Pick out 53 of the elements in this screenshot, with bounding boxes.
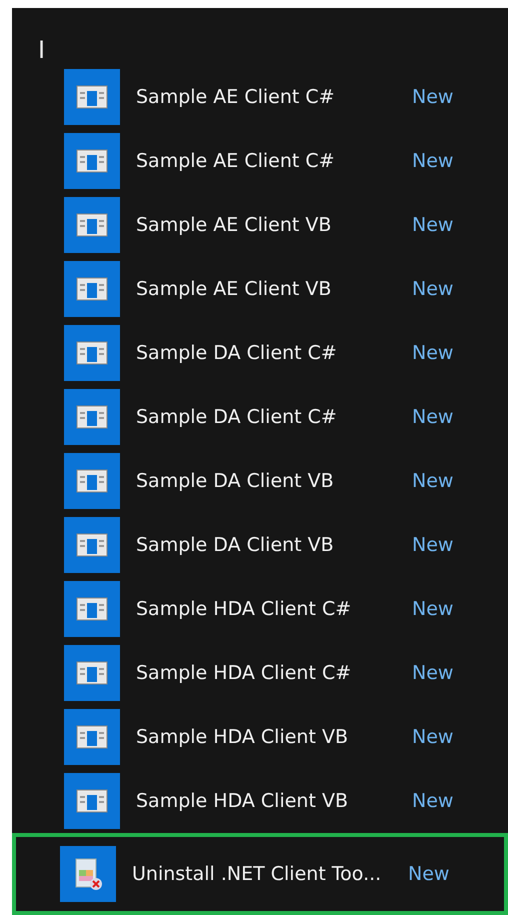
window-icon [76, 213, 108, 237]
app-name: Uninstall .NET Client Too... [132, 863, 382, 885]
app-item[interactable]: Sample DA Client VB New [12, 449, 508, 513]
window-icon [76, 85, 108, 109]
app-name: Sample DA Client C# [136, 406, 338, 428]
window-icon [76, 533, 108, 557]
app-name: Sample HDA Client VB [136, 726, 349, 748]
new-label: New [412, 406, 454, 428]
window-icon [76, 789, 108, 813]
new-label: New [412, 278, 454, 300]
new-label: New [412, 470, 454, 492]
new-label: New [408, 863, 450, 885]
new-label: New [412, 534, 454, 556]
app-name: Sample DA Client C# [136, 342, 338, 364]
app-name: Sample HDA Client C# [136, 598, 352, 620]
app-name: Sample HDA Client VB [136, 790, 349, 812]
window-icon [76, 661, 108, 685]
new-label: New [412, 342, 454, 364]
app-item[interactable]: Sample DA Client C# New [12, 321, 508, 385]
uninstall-icon [73, 856, 103, 892]
app-name: Sample DA Client VB [136, 534, 335, 556]
new-label: New [412, 598, 454, 620]
window-icon [76, 725, 108, 749]
app-name: Sample AE Client VB [136, 214, 332, 236]
app-item[interactable]: Sample AE Client C# New [12, 65, 508, 129]
window-icon [76, 341, 108, 365]
app-name: Sample AE Client C# [136, 86, 336, 108]
window-icon [76, 149, 108, 173]
app-name: Sample AE Client C# [136, 150, 336, 172]
window-icon [76, 405, 108, 429]
new-label: New [412, 662, 454, 684]
app-name: Sample DA Client VB [136, 470, 335, 492]
group-letter[interactable]: I [12, 8, 46, 65]
new-label: New [412, 86, 454, 108]
app-item[interactable]: Sample AE Client VB New [12, 257, 508, 321]
app-item[interactable]: Sample AE Client C# New [12, 129, 508, 193]
new-label: New [412, 214, 454, 236]
app-item[interactable]: Sample HDA Client VB New [12, 705, 508, 769]
new-label: New [412, 726, 454, 748]
app-item[interactable]: Sample HDA Client C# New [12, 641, 508, 705]
app-name: Sample AE Client VB [136, 278, 332, 300]
app-item[interactable]: Sample DA Client VB New [12, 513, 508, 577]
app-item[interactable]: Sample HDA Client VB New [12, 769, 508, 833]
app-name: Sample HDA Client C# [136, 662, 352, 684]
window-icon [76, 597, 108, 621]
new-label: New [412, 790, 454, 812]
window-icon [76, 469, 108, 493]
app-item[interactable]: Sample HDA Client C# New [12, 577, 508, 641]
new-label: New [412, 150, 454, 172]
app-item[interactable]: Sample AE Client VB New [12, 193, 508, 257]
highlighted-app-item[interactable]: Uninstall .NET Client Too... New [12, 833, 508, 915]
app-item[interactable]: Sample DA Client C# New [12, 385, 508, 449]
window-icon [76, 277, 108, 301]
